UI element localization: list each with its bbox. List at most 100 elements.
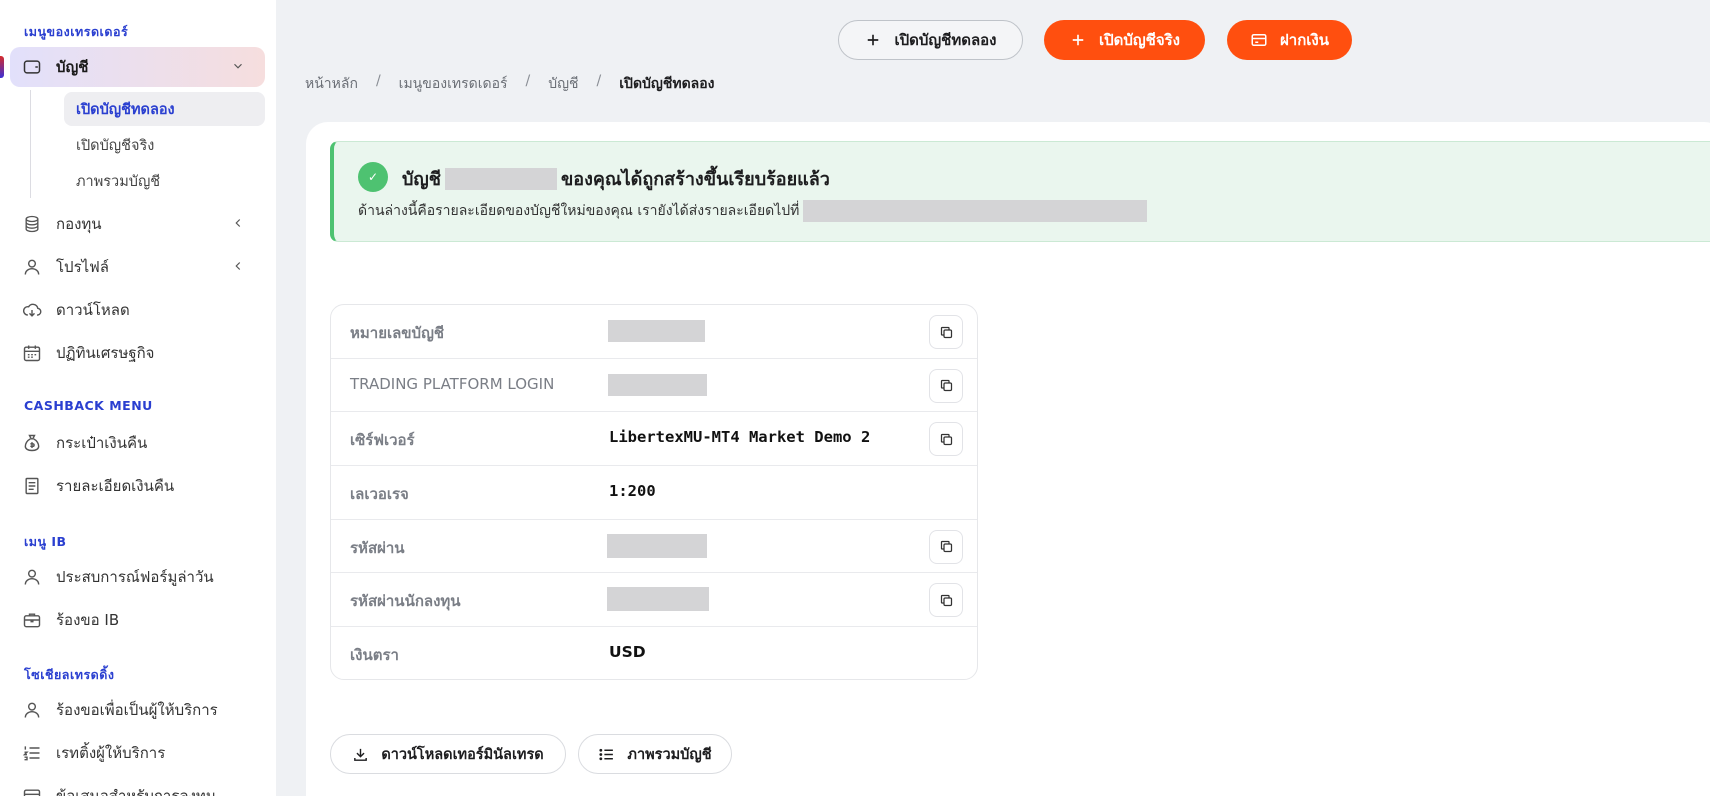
user-icon [22,700,42,720]
sidebar-item-investor-info[interactable]: ข้อเสนอสำหรับการลงทุน [10,776,265,796]
sidebar: เมนูของเทรดเดอร์ บัญชี เปิดบัญชีทดลอง เป… [0,0,276,796]
detail-label: TRADING PLATFORM LOGIN [350,374,555,393]
breadcrumb-separator: / [525,73,531,89]
user-icon [22,567,42,587]
ranked-list-icon [22,743,42,763]
alert-description: ด้านล่างนี้คือรายละเอียดของบัญชีใหม่ของค… [358,200,1148,222]
sidebar-subitem-open-real[interactable]: เปิดบัญชีจริง [64,128,265,162]
success-alert: ✓ บัญชี ของคุณได้ถูกสร้างขึ้นเรียบร้อยแล… [330,141,1710,242]
sidebar-item-account[interactable]: บัญชี [10,47,265,87]
breadcrumb: หน้าหลัก / เมนูของเทรดเดอร์ / บัญชี / เป… [305,73,733,95]
document-list-icon [22,476,42,496]
section-title-trader-menu: เมนูของเทรดเดอร์ [24,24,129,39]
detail-row-account-number: หมายเลขบัญชี [331,305,977,359]
user-icon [22,257,42,277]
copy-icon [940,594,952,607]
sidebar-item-label: บัญชี [56,58,89,76]
detail-label: รหัสผ่าน [350,538,405,557]
detail-row-investor-password: รหัสผ่านนักลงทุน [331,573,977,628]
active-indicator [0,56,4,78]
sidebar-item-cashback-details[interactable]: รายละเอียดเงินคืน [10,466,265,506]
detail-value-currency: USD [609,643,646,662]
open-demo-account-button[interactable]: เปิดบัญชีทดลอง [838,20,1023,60]
copy-icon [940,326,952,338]
money-bag-icon [22,433,42,453]
breadcrumb-separator: / [375,73,381,89]
card-icon [22,786,42,796]
redacted-email [803,200,1148,222]
sidebar-item-request-ib[interactable]: ร้องขอ IB [10,600,265,640]
breadcrumb-account[interactable]: บัญชี [548,73,578,95]
sidebar-item-download[interactable]: ดาวน์โหลด [10,290,265,330]
list-icon [599,748,614,760]
sidebar-item-label: ข้อเสนอสำหรับการลงทุน [56,787,217,796]
chevron-left-icon [235,262,241,270]
alert-title: บัญชี ของคุณได้ถูกสร้างขึ้นเรียบร้อยแล้ว [402,167,830,190]
copy-button[interactable] [929,529,963,564]
chevron-down-icon [234,63,242,69]
sidebar-item-label: โปรไฟล์ [56,258,109,276]
sidebar-item-cashback-wallet[interactable]: กระเป๋าเงินคืน [10,423,265,463]
detail-label: เซิร์ฟเวอร์ [350,431,415,450]
detail-row-server: เซิร์ฟเวอร์ LibertexMU-MT4 Market Demo 2 [331,412,977,467]
redacted-value [608,373,707,396]
account-overview-button[interactable]: ภาพรวมบัญชี [578,734,732,774]
sidebar-item-label: เรทติ้งผู้ให้บริการ [56,744,166,762]
plus-icon [868,34,879,46]
sidebar-item-label: ประสบการณ์ฟอร์มูล่าวัน [56,568,214,586]
download-icon [354,748,368,761]
sidebar-item-profile[interactable]: โปรไฟล์ [10,247,265,287]
account-details-table: หมายเลขบัญชี TRADING PLATFORM LOGIN เซิร… [330,304,978,680]
section-title-cashback: CASHBACK MENU [24,398,153,413]
copy-button[interactable] [929,368,963,403]
detail-value-server: LibertexMU-MT4 Market Demo 2 [609,428,871,447]
detail-label: รหัสผ่านนักลงทุน [350,592,461,611]
card-icon [1251,34,1267,46]
deposit-button[interactable]: ฝากเงิน [1227,20,1352,60]
redacted-value [607,587,709,612]
sidebar-item-label: กองทุน [56,215,102,233]
redacted-value [608,320,705,342]
sidebar-item-label: ปฏิทินเศรษฐกิจ [56,344,155,362]
copy-icon [940,433,952,445]
breadcrumb-home[interactable]: หน้าหลัก [305,73,358,95]
copy-button[interactable] [929,315,963,349]
chevron-left-icon [235,219,241,227]
detail-label: หมายเลขบัญชี [350,324,445,342]
sidebar-item-provider-ranking[interactable]: เรทติ้งผู้ให้บริการ [10,733,265,773]
redacted-account-number [444,167,557,190]
detail-row-leverage: เลเวอเรจ 1:200 [331,466,977,520]
copy-button[interactable] [929,583,963,618]
detail-value-leverage: 1:200 [609,482,656,501]
detail-row-password: รหัสผ่าน [331,520,977,574]
sidebar-subitem-open-demo[interactable]: เปิดบัญชีทดลอง [64,92,265,126]
sidebar-item-formula-experience[interactable]: ประสบการณ์ฟอร์มูล่าวัน [10,557,265,597]
section-title-social-trading: โซเชียลเทรดดิ้ง [24,667,115,682]
detail-row-platform-login: TRADING PLATFORM LOGIN [331,359,977,413]
submenu-line [30,90,31,198]
download-terminal-button[interactable]: ดาวน์โหลดเทอร์มินัลเทรด [330,734,566,774]
cloud-download-icon [22,300,42,320]
sidebar-subitem-overview[interactable]: ภาพรวมบัญชี [64,164,265,198]
sidebar-item-label: ดาวน์โหลด [56,301,130,319]
briefcase-icon [22,610,42,630]
breadcrumb-separator: / [596,73,602,89]
sidebar-item-label: รายละเอียดเงินคืน [56,477,175,495]
plus-icon [1072,34,1084,46]
sidebar-item-calendar[interactable]: ปฏิทินเศรษฐกิจ [10,333,265,373]
detail-label: เลเวอเรจ [350,485,409,504]
sidebar-item-label: ร้องขอเพื่อเป็นผู้ให้บริการ [56,701,218,719]
calendar-icon [22,343,42,363]
detail-row-currency: เงินตรา USD [331,627,977,679]
copy-icon [940,380,952,392]
sidebar-item-label: ร้องขอ IB [56,611,120,629]
copy-button[interactable] [929,422,963,457]
open-real-account-button[interactable]: เปิดบัญชีจริง [1044,20,1205,60]
breadcrumb-current: เปิดบัญชีทดลอง [619,76,715,92]
sidebar-item-request-provider[interactable]: ร้องขอเพื่อเป็นผู้ให้บริการ [10,690,265,730]
section-title-ib: เมนู IB [24,534,67,549]
sidebar-item-funds[interactable]: กองทุน [10,204,265,244]
breadcrumb-trader-menu[interactable]: เมนูของเทรดเดอร์ [399,73,508,95]
copy-icon [940,541,952,553]
wallet-icon [22,57,42,77]
